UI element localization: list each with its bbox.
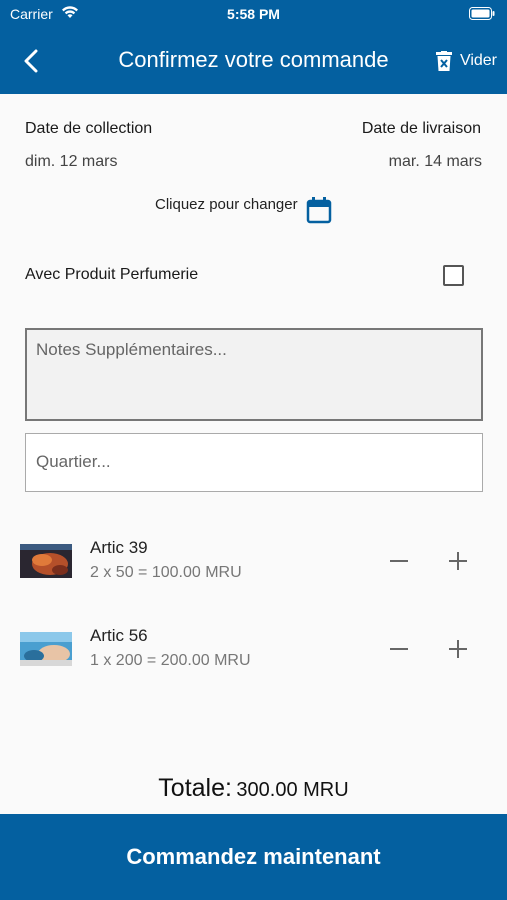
plus-icon <box>449 640 467 658</box>
product-name: Artic 39 <box>90 538 148 557</box>
collection-date-label: Date de collection <box>25 120 153 137</box>
battery-icon <box>469 7 495 23</box>
product-subtotal: 1 x 200 = 200.00 MRU <box>90 652 251 669</box>
delivery-date-label: Date de livraison <box>361 120 481 137</box>
perfume-checkbox[interactable] <box>443 265 464 286</box>
plus-icon <box>449 552 467 570</box>
increase-quantity-button[interactable] <box>445 636 471 662</box>
trash-icon <box>435 51 452 71</box>
clear-cart-button[interactable]: Vider <box>435 46 497 76</box>
minus-icon <box>390 560 408 562</box>
minus-icon <box>390 648 408 650</box>
increase-quantity-button[interactable] <box>445 548 471 574</box>
perfume-option-label: Avec Produit Perfumerie <box>25 266 199 283</box>
total-label: Totale: <box>158 774 232 802</box>
order-total: Totale: 300.00 MRU <box>0 774 507 803</box>
total-value: 300.00 MRU <box>236 779 349 801</box>
decrease-quantity-button[interactable] <box>386 636 412 662</box>
status-bar: Carrier 5:58 PM <box>0 0 507 28</box>
clear-label: Vider <box>459 52 497 69</box>
cart-item: Artic 56 1 x 200 = 200.00 MRU <box>0 618 507 678</box>
decrease-quantity-button[interactable] <box>386 548 412 574</box>
order-now-button[interactable]: Commandez maintenant <box>0 814 507 900</box>
notes-input[interactable]: Notes Supplémentaires... <box>25 328 483 421</box>
clock: 5:58 PM <box>227 6 280 22</box>
change-dates-hint: Cliquez pour changer <box>155 196 298 213</box>
delivery-date-value[interactable]: mar. 14 mars <box>389 153 482 171</box>
product-thumbnail <box>20 632 72 666</box>
calendar-icon <box>306 197 331 224</box>
district-input[interactable]: Quartier... <box>25 433 483 492</box>
change-dates-button[interactable]: Cliquez pour changer <box>155 196 332 224</box>
cart-item: Artic 39 2 x 50 = 100.00 MRU <box>0 530 507 590</box>
nav-header: Carrier 5:58 PM Confirmez votre commande <box>0 0 507 94</box>
product-subtotal: 2 x 50 = 100.00 MRU <box>90 564 242 581</box>
product-thumbnail <box>20 544 72 578</box>
product-name: Artic 56 <box>90 626 148 645</box>
collection-date-value[interactable]: dim. 12 mars <box>25 153 117 171</box>
page-title: Confirmez votre commande <box>118 47 389 72</box>
